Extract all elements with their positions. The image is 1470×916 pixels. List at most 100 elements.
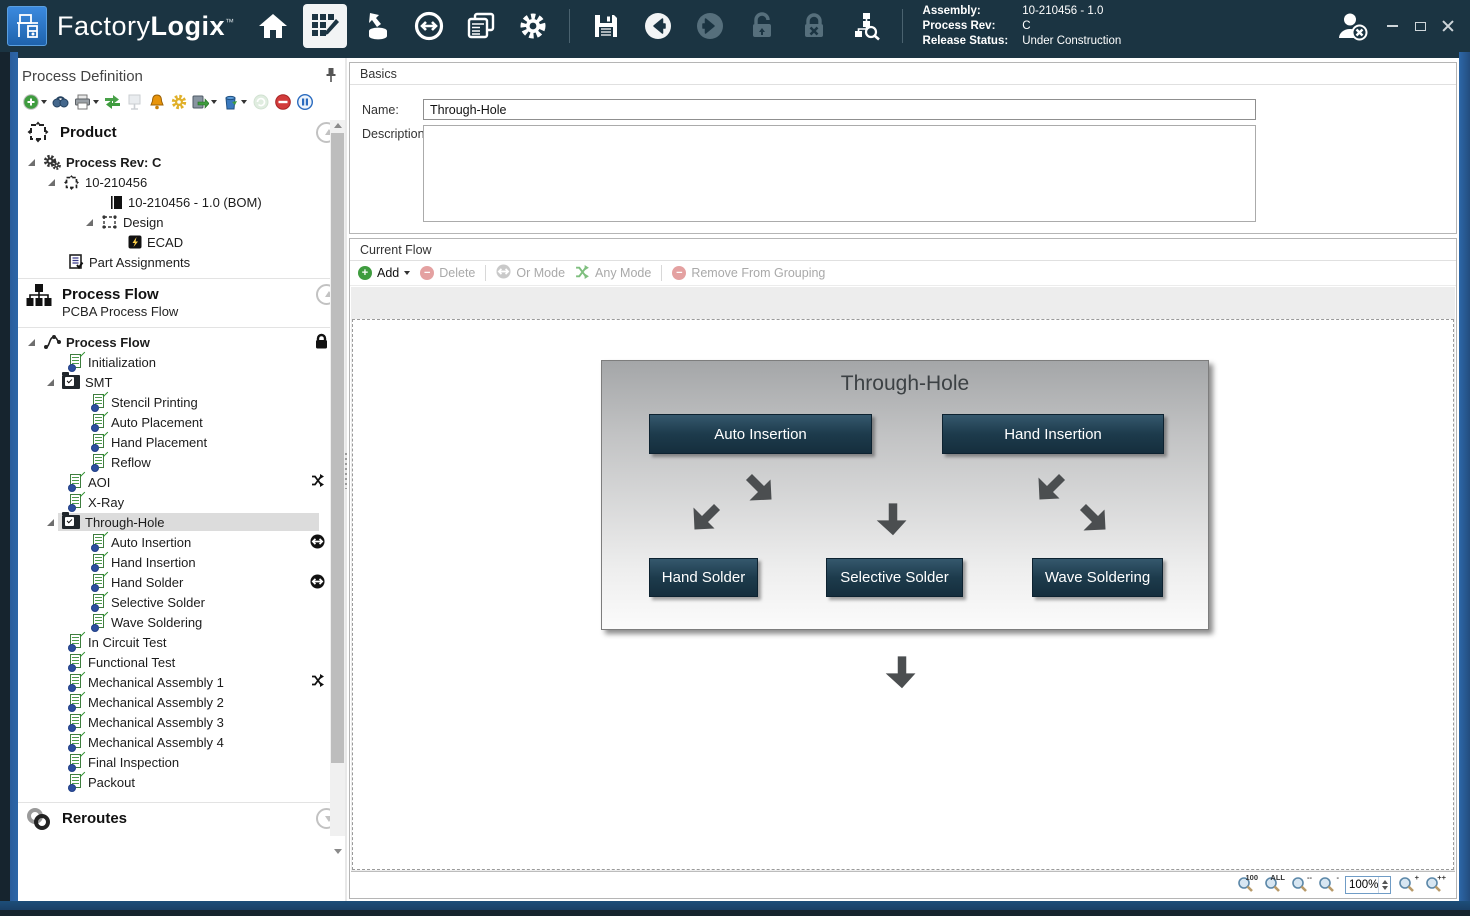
gear-button[interactable] bbox=[170, 93, 187, 110]
add-dropdown-icon[interactable] bbox=[404, 271, 410, 275]
import-data-icon[interactable] bbox=[355, 4, 399, 48]
tree-item-auto-insertion[interactable]: Auto Insertion bbox=[18, 532, 345, 552]
tree-item-packout[interactable]: Packout bbox=[18, 772, 345, 792]
close-button[interactable] bbox=[1434, 13, 1462, 39]
expander-icon[interactable] bbox=[48, 179, 55, 186]
refresh-button[interactable] bbox=[252, 93, 269, 110]
zoom-level-spinbox[interactable] bbox=[1345, 876, 1391, 894]
tree-item-smt[interactable]: SMT bbox=[18, 372, 345, 392]
process-flow-name[interactable]: PCBA Process Flow bbox=[62, 304, 345, 319]
zoom-all-button[interactable]: ALL bbox=[1264, 876, 1284, 894]
tree-item-hand-insertion[interactable]: Hand Insertion bbox=[18, 552, 345, 572]
tree-item-mechanical-assembly-1[interactable]: Mechanical Assembly 1 bbox=[18, 672, 345, 692]
zoom-spinner[interactable] bbox=[1378, 877, 1390, 893]
exchange-button[interactable] bbox=[104, 93, 121, 110]
scroll-down-icon[interactable] bbox=[334, 849, 342, 854]
through-hole-group-box[interactable]: Through-Hole Auto Insertion Hand Inserti… bbox=[601, 360, 1209, 630]
node-selective-solder[interactable]: Selective Solder bbox=[826, 558, 963, 597]
transfer-icon[interactable] bbox=[407, 4, 451, 48]
unlock-icon[interactable] bbox=[740, 4, 784, 48]
zoom-out-fast-button[interactable]: -- bbox=[1291, 876, 1311, 894]
back-icon[interactable] bbox=[636, 4, 680, 48]
tree-item-functional-test[interactable]: Functional Test bbox=[18, 652, 345, 672]
zoom-in-button[interactable]: + bbox=[1398, 876, 1418, 894]
tree-item-process-rev[interactable]: Process Rev: C bbox=[18, 152, 345, 172]
tree-item-hand-placement[interactable]: Hand Placement bbox=[18, 432, 345, 452]
flow-search-icon[interactable] bbox=[844, 4, 888, 48]
expander-icon[interactable] bbox=[28, 339, 35, 346]
minimize-button[interactable] bbox=[1378, 13, 1406, 39]
tree-item-wave-soldering[interactable]: Wave Soldering bbox=[18, 612, 345, 632]
add-button[interactable]: + Add bbox=[358, 266, 410, 280]
tree-item-x-ray[interactable]: X-Ray bbox=[18, 492, 345, 512]
forward-icon[interactable] bbox=[688, 4, 732, 48]
tree-item-assembly[interactable]: 10-210456 bbox=[18, 172, 345, 192]
settings-gear-icon[interactable] bbox=[511, 4, 555, 48]
tree-item-bom[interactable]: 10-210456 - 1.0 (BOM) bbox=[18, 192, 345, 212]
tree-item-aoi[interactable]: AOI bbox=[18, 472, 345, 492]
checkout-button[interactable] bbox=[192, 93, 217, 110]
brand-wordmark: FactoryLogix™ bbox=[57, 11, 235, 42]
tree-item-auto-placement[interactable]: Auto Placement bbox=[18, 412, 345, 432]
logout-user-icon[interactable] bbox=[1328, 4, 1378, 48]
expander-icon[interactable] bbox=[86, 219, 93, 226]
expander-icon[interactable] bbox=[47, 379, 54, 386]
node-hand-solder[interactable]: Hand Solder bbox=[649, 558, 758, 597]
tree-item-ecad[interactable]: ECAD bbox=[18, 232, 345, 252]
description-input[interactable] bbox=[423, 125, 1256, 222]
tree-item-through-hole[interactable]: Through-Hole bbox=[18, 512, 345, 532]
flow-canvas[interactable]: Through-Hole Auto Insertion Hand Inserti… bbox=[352, 319, 1454, 870]
bell-button[interactable] bbox=[148, 93, 165, 110]
zoom-in-fast-button[interactable]: ++ bbox=[1425, 876, 1445, 894]
home-icon[interactable] bbox=[251, 4, 295, 48]
zoom-out-button[interactable]: - bbox=[1318, 876, 1338, 894]
pin-icon[interactable] bbox=[325, 68, 337, 85]
flow-arrow-down-icon bbox=[885, 655, 919, 689]
pause-button[interactable] bbox=[296, 93, 313, 110]
any-mode-button[interactable]: Any Mode bbox=[575, 265, 651, 282]
stop-button[interactable] bbox=[274, 93, 291, 110]
find-button[interactable] bbox=[52, 93, 69, 110]
tree-item-selective-solder[interactable]: Selective Solder bbox=[18, 592, 345, 612]
sidebar-scrollbar[interactable] bbox=[330, 120, 345, 836]
zoom-100-button[interactable]: 100 bbox=[1237, 876, 1257, 894]
tree-item-mechanical-assembly-4[interactable]: Mechanical Assembly 4 bbox=[18, 732, 345, 752]
scrollbar-thumb[interactable] bbox=[331, 133, 344, 763]
tree-item-part-assignments[interactable]: Part Assignments bbox=[18, 252, 345, 272]
zoom-level-input[interactable] bbox=[1346, 879, 1378, 891]
scroll-up-icon[interactable] bbox=[334, 123, 342, 128]
remove-from-grouping-button[interactable]: − Remove From Grouping bbox=[672, 266, 825, 280]
process-definition-icon[interactable] bbox=[303, 4, 347, 48]
tree-item-stencil-printing[interactable]: Stencil Printing bbox=[18, 392, 345, 412]
documents-icon[interactable] bbox=[459, 4, 503, 48]
node-wave-soldering[interactable]: Wave Soldering bbox=[1032, 558, 1163, 597]
expander-icon[interactable] bbox=[47, 519, 54, 526]
tree-item-mechanical-assembly-3[interactable]: Mechanical Assembly 3 bbox=[18, 712, 345, 732]
tree-item-design[interactable]: Design bbox=[18, 212, 345, 232]
tree-item-in-circuit-test[interactable]: In Circuit Test bbox=[18, 632, 345, 652]
sign-button[interactable] bbox=[126, 93, 143, 110]
flow-curve-icon bbox=[43, 334, 61, 350]
name-input[interactable] bbox=[423, 99, 1256, 120]
delete-button[interactable] bbox=[222, 93, 247, 110]
node-hand-insertion[interactable]: Hand Insertion bbox=[942, 414, 1164, 454]
delete-button[interactable]: − Delete bbox=[420, 266, 475, 280]
expander-icon[interactable] bbox=[28, 159, 35, 166]
tree-item-process-flow-root[interactable]: Process Flow bbox=[18, 332, 345, 352]
print-button[interactable] bbox=[74, 93, 99, 110]
tree-item-mechanical-assembly-2[interactable]: Mechanical Assembly 2 bbox=[18, 692, 345, 712]
tree-item-initialization[interactable]: Initialization bbox=[18, 352, 345, 372]
node-auto-insertion[interactable]: Auto Insertion bbox=[649, 414, 872, 454]
add-button[interactable] bbox=[22, 93, 47, 110]
or-mode-button[interactable]: Or Mode bbox=[496, 264, 565, 282]
lock-delete-icon[interactable] bbox=[792, 4, 836, 48]
maximize-button[interactable] bbox=[1406, 13, 1434, 39]
operation-icon bbox=[92, 554, 106, 570]
save-icon[interactable] bbox=[584, 4, 628, 48]
product-section-header[interactable]: Product bbox=[18, 116, 345, 148]
reroutes-section-header[interactable]: Reroutes bbox=[18, 802, 345, 834]
bom-book-icon bbox=[110, 195, 123, 210]
tree-item-final-inspection[interactable]: Final Inspection bbox=[18, 752, 345, 772]
tree-item-reflow[interactable]: Reflow bbox=[18, 452, 345, 472]
tree-item-hand-solder[interactable]: Hand Solder bbox=[18, 572, 345, 592]
